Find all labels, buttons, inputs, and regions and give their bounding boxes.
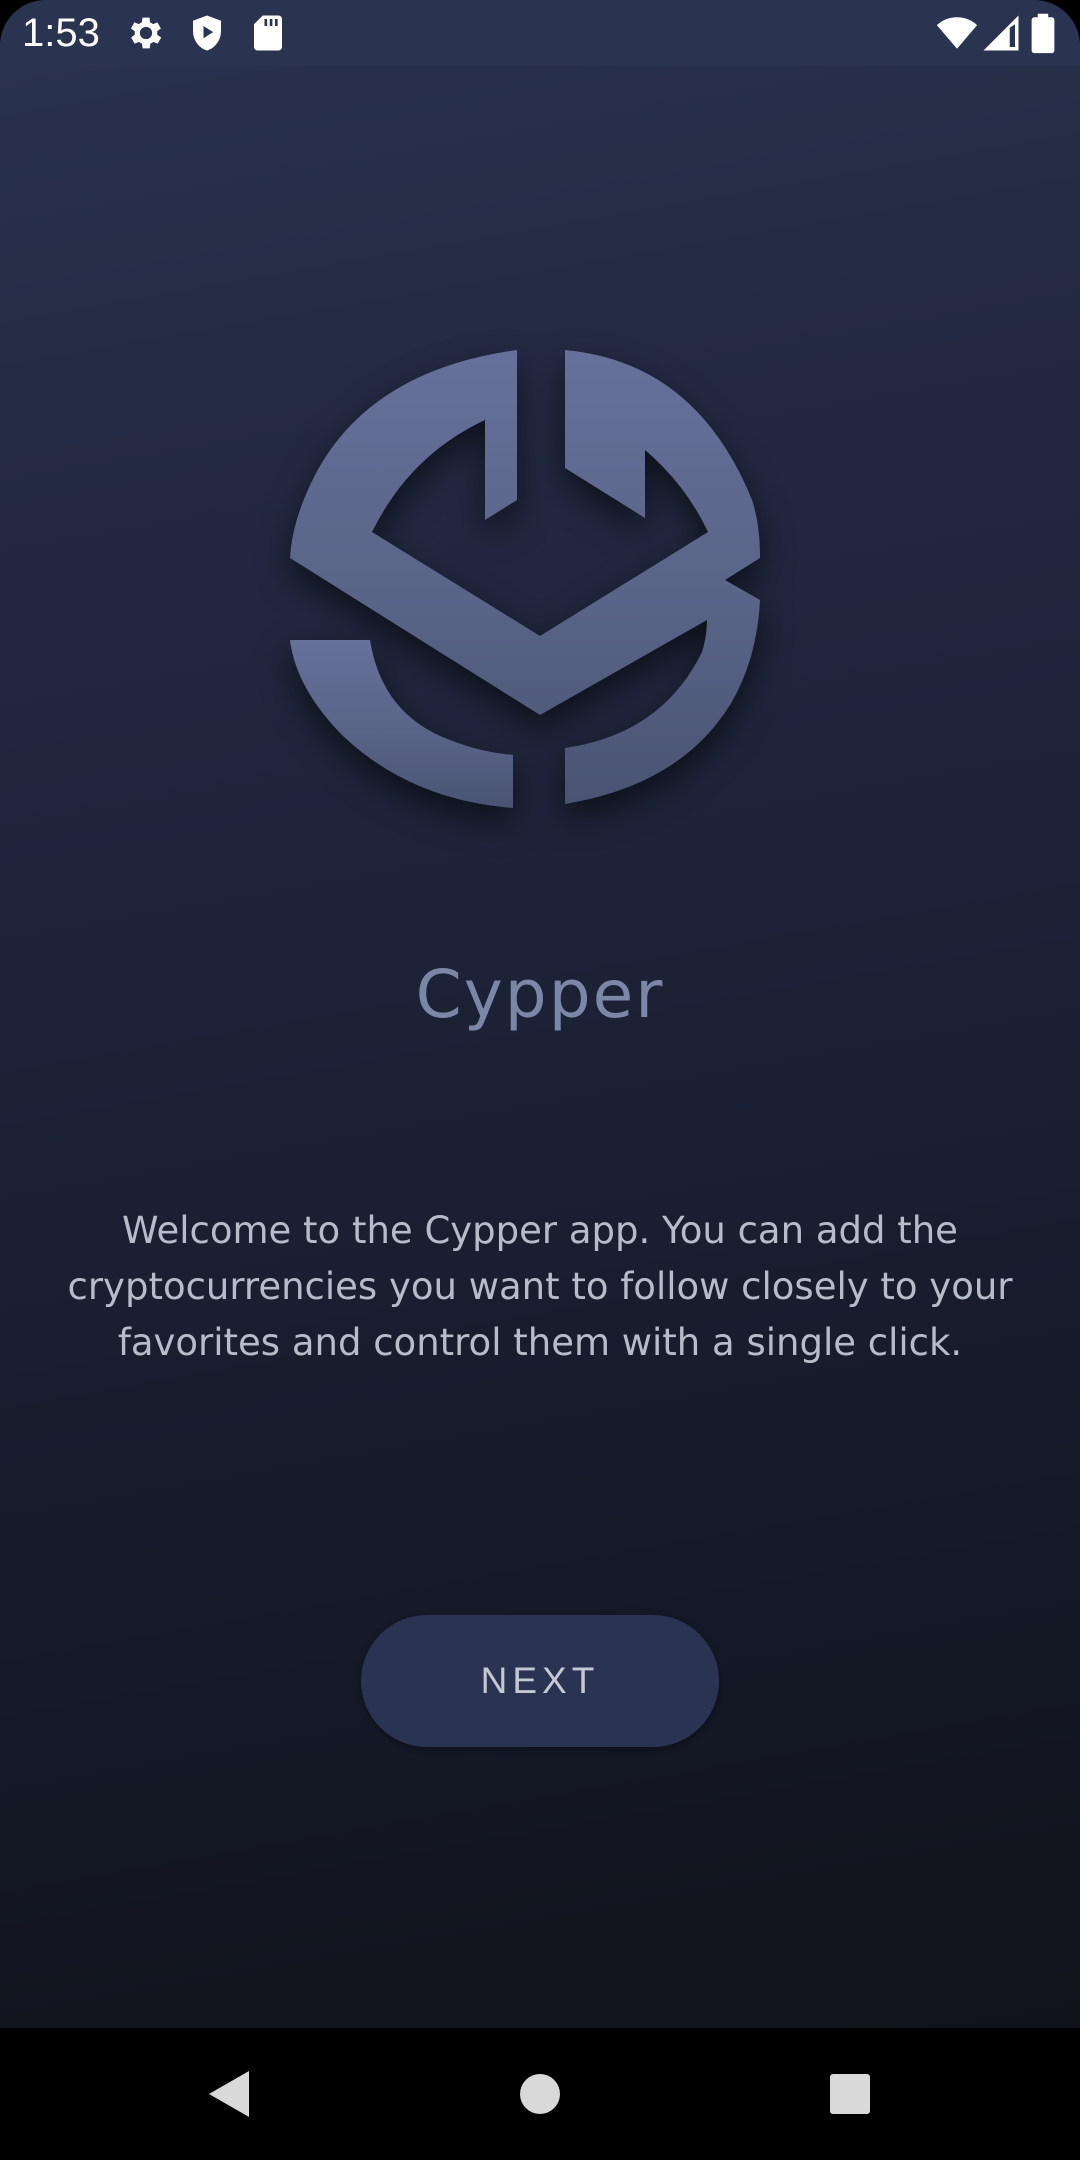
navigation-bar bbox=[0, 2028, 1080, 2160]
app-name: Cypper bbox=[415, 956, 665, 1033]
welcome-text: Welcome to the Cypper app. You can add t… bbox=[67, 1209, 1013, 1364]
cypper-logo-icon bbox=[260, 330, 820, 890]
next-button[interactable]: NEXT bbox=[361, 1615, 719, 1747]
wifi-icon bbox=[936, 12, 978, 54]
home-circle-icon[interactable] bbox=[500, 2054, 580, 2134]
status-time: 1:53 bbox=[22, 11, 100, 55]
shield-play-icon bbox=[186, 12, 228, 54]
onboarding-screen: 1:53 Cypper Welcome to the Cypper app. Y… bbox=[0, 0, 1080, 2160]
battery-icon bbox=[1030, 12, 1060, 54]
cell-signal-icon bbox=[980, 12, 1022, 54]
recents-square-icon[interactable] bbox=[810, 2054, 890, 2134]
settings-gear-icon bbox=[125, 12, 167, 54]
sd-card-icon bbox=[247, 12, 289, 54]
status-bar: 1:53 bbox=[0, 0, 1080, 66]
back-triangle-icon[interactable] bbox=[190, 2054, 270, 2134]
